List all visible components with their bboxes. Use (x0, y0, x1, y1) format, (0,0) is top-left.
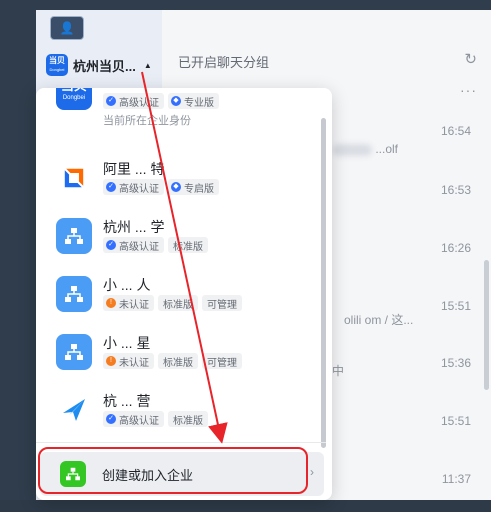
annotation-arrow (141, 71, 228, 444)
